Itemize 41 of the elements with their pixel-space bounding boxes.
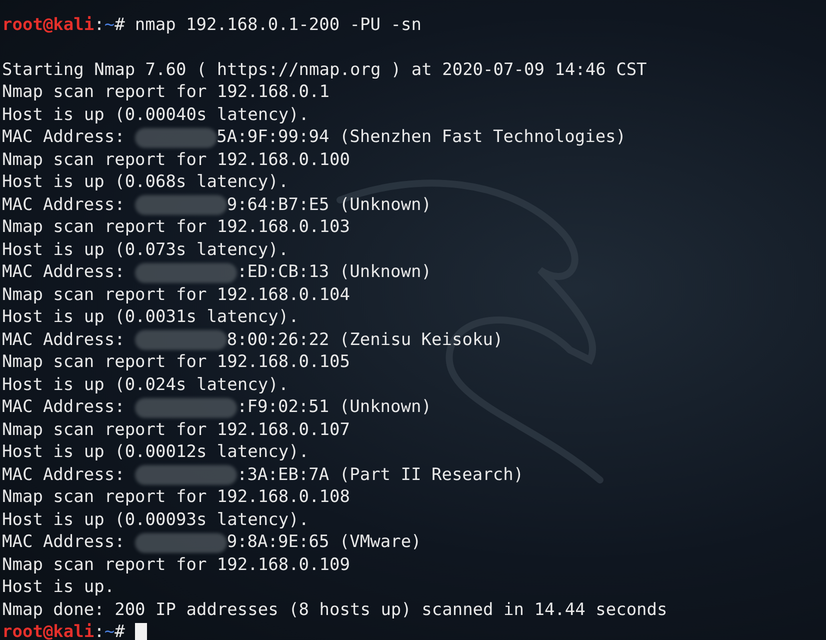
output-line: Host is up (0.0031s latency). <box>2 306 299 329</box>
mac-address-text: :3A:EB:7A (Part II Research) <box>237 464 524 486</box>
mac-label: MAC Address: <box>2 396 125 419</box>
mac-label: MAC Address: <box>2 328 125 352</box>
mac-label: MAC Address: <box>2 464 125 486</box>
prompt-path: ~ <box>104 621 115 640</box>
prompt-symbol: # <box>114 621 125 640</box>
prompt-path: ~ <box>104 14 115 36</box>
output-line: Host is up (0.068s latency). <box>2 171 289 194</box>
prompt-separator: : <box>94 621 104 640</box>
output-line: Starting Nmap 7.60 ( https://nmap.org ) at 2020-07-09 14:46 CST <box>2 58 647 82</box>
output-line: Nmap scan report for 192.168.0.100 <box>2 148 350 172</box>
mac-address-text: 8:00:26:22 (Zenisu Keisoku) <box>226 328 504 352</box>
prompt-user: root@kali <box>2 14 94 36</box>
output-line: Host is up. <box>2 576 115 599</box>
output-line: Host is up (0.024s latency). <box>2 374 289 396</box>
prompt-user: root@kali <box>2 621 94 640</box>
mac-label: MAC Address: <box>2 194 125 216</box>
output-line: Nmap scan report for 192.168.0.108 <box>2 486 350 509</box>
mac-label: MAC Address: <box>2 261 125 284</box>
output-line: Host is up (0.00093s latency). <box>2 508 310 532</box>
output-line: Host is up (0.073s latency). <box>2 238 289 262</box>
output-line: Nmap scan report for 192.168.0.109 <box>2 554 350 576</box>
output-line: Nmap scan report for 192.168.0.107 <box>2 418 350 442</box>
output-line: Host is up (0.00040s latency). <box>2 104 310 126</box>
mac-address-text: :F9:02:51 (Unknown) <box>237 396 432 419</box>
mac-address-text: 9:64:B7:E5 (Unknown) <box>226 194 432 216</box>
output-line: Nmap done: 200 IP addresses (8 hosts up) scanned in 14.44 seconds <box>2 598 668 622</box>
mac-label: MAC Address: <box>2 531 125 554</box>
prompt-separator: : <box>94 14 104 36</box>
mac-address-text: :ED:CB:13 (Unknown) <box>237 261 432 284</box>
command-text: nmap 192.168.0.1-200 -PU -sn <box>134 14 422 36</box>
output-line: Nmap scan report for 192.168.0.105 <box>2 351 350 374</box>
mac-address-text: 5A:9F:99:94 (Shenzhen Fast Technologies) <box>216 126 626 149</box>
mac-label: MAC Address: <box>2 126 125 149</box>
output-line: Nmap scan report for 192.168.0.1 <box>2 81 330 104</box>
output-line: Nmap scan report for 192.168.0.103 <box>2 216 350 239</box>
prompt-symbol: # <box>114 14 125 36</box>
output-line: Host is up (0.00012s latency). <box>2 441 310 464</box>
mac-address-text: 9:8A:9E:65 (VMware) <box>226 531 422 554</box>
output-line: Nmap scan report for 192.168.0.104 <box>2 284 350 306</box>
